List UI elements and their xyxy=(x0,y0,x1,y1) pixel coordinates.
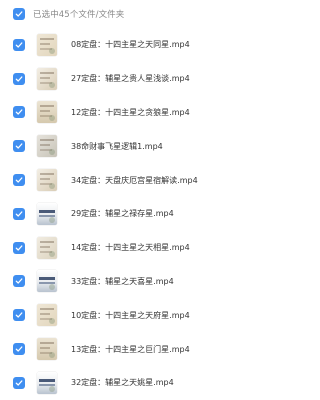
check-icon xyxy=(15,109,23,116)
check-icon xyxy=(15,312,23,318)
file-checkbox[interactable] xyxy=(13,72,25,85)
video-thumbnail-icon xyxy=(37,304,57,327)
video-thumbnail-icon xyxy=(37,135,57,158)
file-row[interactable]: 27定盘：辅星之贵人星浅谈.mp4 xyxy=(0,62,280,96)
file-name: 14定盘：十四主星之天相星.mp4 xyxy=(71,243,190,253)
file-name: 12定盘：十四主星之贪狼星.mp4 xyxy=(71,107,190,117)
file-row[interactable]: 34定盘：天盘庆厄宫星宿解读.mp4 xyxy=(0,163,280,197)
video-thumbnail-icon xyxy=(37,270,57,293)
file-row[interactable]: 13定盘：十四主星之巨门星.mp4 xyxy=(0,332,280,366)
select-all-checkbox[interactable] xyxy=(13,8,25,20)
file-checkbox[interactable] xyxy=(13,376,25,389)
file-checkbox[interactable] xyxy=(13,38,25,51)
file-checkbox[interactable] xyxy=(13,309,25,322)
file-row[interactable]: 12定盘：十四主星之贪狼星.mp4 xyxy=(0,96,280,130)
file-name: 10定盘：十四主星之天府星.mp4 xyxy=(71,310,190,320)
file-row[interactable]: 29定盘：辅星之禄存星.mp4 xyxy=(0,197,280,231)
file-row[interactable]: 14定盘：十四主星之天相星.mp4 xyxy=(0,231,280,265)
file-row[interactable]: 32定盘：辅星之天姚星.mp4 xyxy=(0,366,280,400)
file-checkbox[interactable] xyxy=(13,140,25,153)
file-row[interactable]: 08定盘：十四主星之天同星.mp4 xyxy=(0,28,280,62)
check-icon xyxy=(15,177,23,183)
file-name: 34定盘：天盘庆厄宫星宿解读.mp4 xyxy=(71,175,198,185)
file-checkbox[interactable] xyxy=(13,241,25,254)
video-thumbnail-icon xyxy=(37,202,57,225)
file-checkbox[interactable] xyxy=(13,174,25,187)
file-checkbox[interactable] xyxy=(13,106,25,119)
check-icon xyxy=(15,380,23,386)
file-checkbox[interactable] xyxy=(13,275,25,288)
file-name: 27定盘：辅星之贵人星浅谈.mp4 xyxy=(71,74,190,84)
file-row[interactable]: 10定盘：十四主星之天府星.mp4 xyxy=(0,298,280,332)
selection-count-label: 已选中45个文件/文件夹 xyxy=(33,10,125,20)
file-name: 13定盘：十四主星之巨门星.mp4 xyxy=(71,344,190,354)
video-thumbnail-icon xyxy=(37,236,57,259)
video-thumbnail-icon xyxy=(37,371,57,394)
file-checkbox[interactable] xyxy=(13,343,25,356)
check-icon xyxy=(15,76,23,82)
video-thumbnail-icon xyxy=(37,67,57,90)
file-name: 29定盘：辅星之禄存星.mp4 xyxy=(71,209,174,219)
file-name: 08定盘：十四主星之天同星.mp4 xyxy=(71,40,190,50)
file-name: 33定盘：辅星之天喜星.mp4 xyxy=(71,276,174,286)
file-name: 32定盘：辅星之天姚星.mp4 xyxy=(71,378,174,388)
video-thumbnail-icon xyxy=(37,169,57,192)
file-name: 38命财事飞星逻辑1.mp4 xyxy=(71,141,163,151)
check-icon xyxy=(15,346,23,352)
check-icon xyxy=(15,42,23,48)
file-row[interactable]: 33定盘：辅星之天喜星.mp4 xyxy=(0,265,280,299)
check-icon xyxy=(15,245,23,251)
check-icon xyxy=(15,211,23,217)
video-thumbnail-icon xyxy=(37,338,57,361)
selection-header: 已选中45个文件/文件夹 xyxy=(0,0,280,28)
check-icon xyxy=(15,278,23,285)
file-list: 08定盘：十四主星之天同星.mp4 27定盘：辅星之贵人星浅谈.mp4 12定盘：十… xyxy=(0,28,280,400)
file-checkbox[interactable] xyxy=(13,207,25,220)
file-row[interactable]: 38命财事飞星逻辑1.mp4 xyxy=(0,129,280,163)
video-thumbnail-icon xyxy=(37,101,57,124)
check-icon xyxy=(15,11,23,17)
video-thumbnail-icon xyxy=(37,33,57,56)
check-icon xyxy=(15,143,23,149)
